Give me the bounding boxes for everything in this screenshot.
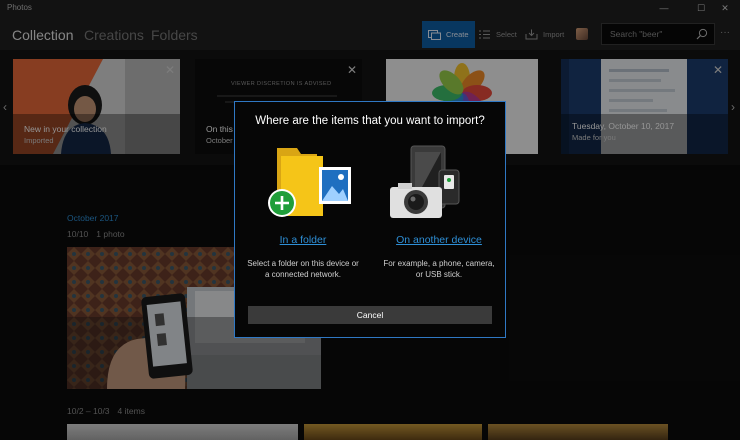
dialog-title: Where are the items that you want to imp… bbox=[255, 115, 485, 127]
import-option-folder[interactable]: In a folder Select a folder on this devi… bbox=[237, 142, 369, 292]
import-dialog: Where are the items that you want to imp… bbox=[234, 101, 506, 338]
device-description-line: or USB stick. bbox=[415, 270, 463, 279]
device-description-line: For example, a phone, camera, bbox=[383, 259, 495, 268]
on-another-device-link[interactable]: On another device bbox=[373, 234, 505, 246]
in-a-folder-link[interactable]: In a folder bbox=[237, 234, 369, 246]
folder-description-line: Select a folder on this device or bbox=[247, 259, 359, 268]
devices-icon bbox=[390, 145, 460, 218]
folder-description-line: a connected network. bbox=[264, 270, 342, 279]
import-option-device[interactable]: On another device For example, a phone, … bbox=[373, 142, 505, 292]
device-option-description: For example, a phone, camera, or USB sti… bbox=[373, 258, 505, 280]
cancel-button[interactable]: Cancel bbox=[248, 306, 492, 324]
folder-option-description: Select a folder on this device or a conn… bbox=[237, 258, 369, 280]
folder-with-plus-icon bbox=[268, 148, 351, 217]
